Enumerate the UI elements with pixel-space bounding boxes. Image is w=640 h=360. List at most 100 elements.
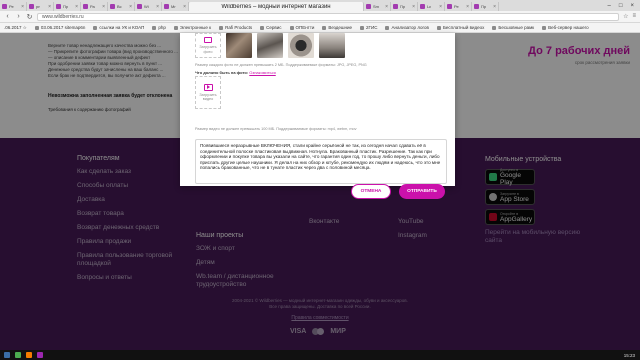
photo-size-note: Размер каждого фото не должен превышать … [195, 63, 367, 67]
bookmark-icon [93, 25, 98, 30]
upload-video-button[interactable]: Загрузить видео [195, 76, 221, 109]
close-icon[interactable]: × [385, 4, 388, 10]
browser-tab[interactable]: Ре × [445, 2, 472, 11]
address-bar-icons: ☆ ≡ [623, 13, 636, 20]
close-icon[interactable]: × [75, 4, 78, 10]
photo-thumbnail[interactable] [288, 33, 314, 58]
app-icon[interactable] [15, 352, 21, 358]
bookmark-icon [219, 25, 224, 30]
cancel-button[interactable]: ОТМЕНА [351, 184, 391, 199]
bookmark-icon [289, 25, 294, 30]
minimize-icon[interactable]: – [608, 3, 611, 9]
star-icon[interactable]: ☆ [623, 13, 628, 20]
close-icon[interactable]: × [21, 4, 24, 10]
browser-tab[interactable]: Пр × [54, 2, 81, 11]
play-icon [203, 83, 213, 91]
tab-favicon-icon [110, 4, 115, 9]
close-icon[interactable]: × [466, 4, 469, 10]
close-window-icon[interactable]: × [630, 3, 634, 9]
browser-tab-active[interactable]: Wildberries – модный интернет магазин [189, 2, 364, 11]
bookmark-icon [360, 25, 365, 30]
bookmark-icon [260, 25, 265, 30]
browser-tab[interactable]: Mr × [162, 2, 189, 11]
photo-thumbnail[interactable] [257, 33, 283, 58]
send-button[interactable]: ОТПРАВИТЬ [399, 184, 445, 199]
photo-requirements: Что должно быть на фото: Ознакомиться [195, 70, 276, 75]
close-icon[interactable]: × [412, 4, 415, 10]
bookmark-icon [173, 25, 178, 30]
bookmark-item[interactable]: Анализатор логов [381, 25, 432, 30]
browser-tab[interactable]: Wi × [135, 2, 162, 11]
bookmark-icon [322, 25, 327, 30]
bookmark-item[interactable]: Rafi Products [215, 25, 256, 30]
photo-upload-row: Загрузить фото [195, 33, 345, 58]
dialog-actions: ОТМЕНА ОТПРАВИТЬ [351, 184, 445, 199]
tab-favicon-icon [2, 4, 7, 9]
tab-favicon-icon [164, 4, 169, 9]
maximize-icon[interactable]: □ [619, 3, 623, 9]
tab-favicon-icon [83, 4, 88, 9]
video-size-note: Размер видео не должен превышать 100 МБ.… [195, 127, 357, 131]
photo-requirements-link[interactable]: Ознакомиться [249, 70, 275, 75]
bookmark-icon [385, 25, 390, 30]
bookmark-icon [492, 25, 497, 30]
browser-tab-bar: Ре × pn × Пр × Ра × Вс × Wi × Mr × Wildberries … [0, 0, 640, 11]
app-icon[interactable] [37, 352, 43, 358]
bookmark-item[interactable]: php [148, 25, 170, 30]
bookmark-icon [542, 25, 547, 30]
tab-favicon-icon [56, 4, 61, 9]
tab-favicon-icon [137, 4, 142, 9]
menu-icon[interactable]: ≡ [632, 13, 636, 20]
bookmark-item[interactable]: ОПЕнтти [286, 25, 319, 30]
close-icon[interactable]: × [129, 4, 132, 10]
bookmark-icon [436, 25, 441, 30]
tab-favicon-icon [447, 4, 452, 9]
bookmark-item[interactable]: Вездешние [318, 25, 356, 30]
photo-thumbnail[interactable] [319, 33, 345, 58]
browser-tab[interactable]: Lи × [418, 2, 445, 11]
url-field[interactable]: www.wildberries.ru [37, 12, 620, 21]
bookmark-item[interactable]: Бесшовные рамк [488, 25, 538, 30]
tab-favicon-icon [474, 4, 479, 9]
browser-tab[interactable]: Пр × [391, 2, 418, 11]
bookmark-item[interactable]: 2ГИС [356, 25, 381, 30]
browser-tab[interactable]: Ра × [81, 2, 108, 11]
bookmark-item[interactable]: ссылки на УК и КОАП [89, 25, 148, 30]
tab-favicon-icon [29, 4, 34, 9]
close-icon[interactable]: × [439, 4, 442, 10]
bookmark-item[interactable]: .06.2017 ☆ [0, 25, 31, 31]
tab-favicon-icon [366, 4, 371, 9]
close-icon[interactable]: × [156, 4, 159, 10]
bookmarks-bar: .06.2017 ☆ 03.06.2017 sitemap6n ссылки н… [0, 23, 640, 33]
browser-tab[interactable]: Ре × [0, 2, 27, 11]
tab-favicon-icon [393, 4, 398, 9]
close-icon[interactable]: × [48, 4, 51, 10]
browser-tab[interactable]: pn × [27, 2, 54, 11]
close-icon[interactable]: × [493, 4, 496, 10]
close-icon[interactable]: × [183, 4, 186, 10]
reload-icon[interactable]: ↻ [26, 13, 33, 21]
comment-textarea[interactable]: Появившиеся неразрывные ВКЛЮЧЕНИЯ, стали… [195, 139, 447, 184]
tab-favicon-icon [420, 4, 425, 9]
return-request-dialog: Загрузить фото Размер каждого фото не до… [180, 33, 455, 186]
bookmark-item[interactable]: Веб-сервер нашего [538, 25, 593, 30]
clock: 15:23 [623, 352, 635, 358]
camera-icon [204, 37, 212, 43]
app-icon[interactable] [26, 352, 32, 358]
os-taskbar: 15:23 [0, 350, 640, 360]
bookmark-icon [152, 25, 157, 30]
bookmark-item[interactable]: 03.06.2017 sitemap6n [31, 25, 90, 30]
browser-tab[interactable]: Sm × [364, 2, 391, 11]
back-arrow-icon[interactable]: ‹ [4, 13, 11, 20]
browser-tab[interactable]: Вс × [108, 2, 135, 11]
photo-thumbnail[interactable] [226, 33, 252, 58]
close-icon[interactable]: × [102, 4, 105, 10]
upload-photo-button[interactable]: Загрузить фото [195, 33, 221, 58]
bookmark-item[interactable]: Бесплатный видеох [433, 25, 488, 30]
active-tab-title: Wildberries – модный интернет магазин [221, 3, 331, 10]
start-icon[interactable] [4, 352, 10, 358]
bookmark-item[interactable]: Электронные к [170, 25, 215, 30]
bookmark-item[interactable]: Сервис [256, 25, 285, 30]
forward-arrow-icon[interactable]: › [15, 13, 22, 20]
browser-tab[interactable]: Пр × [472, 2, 499, 11]
